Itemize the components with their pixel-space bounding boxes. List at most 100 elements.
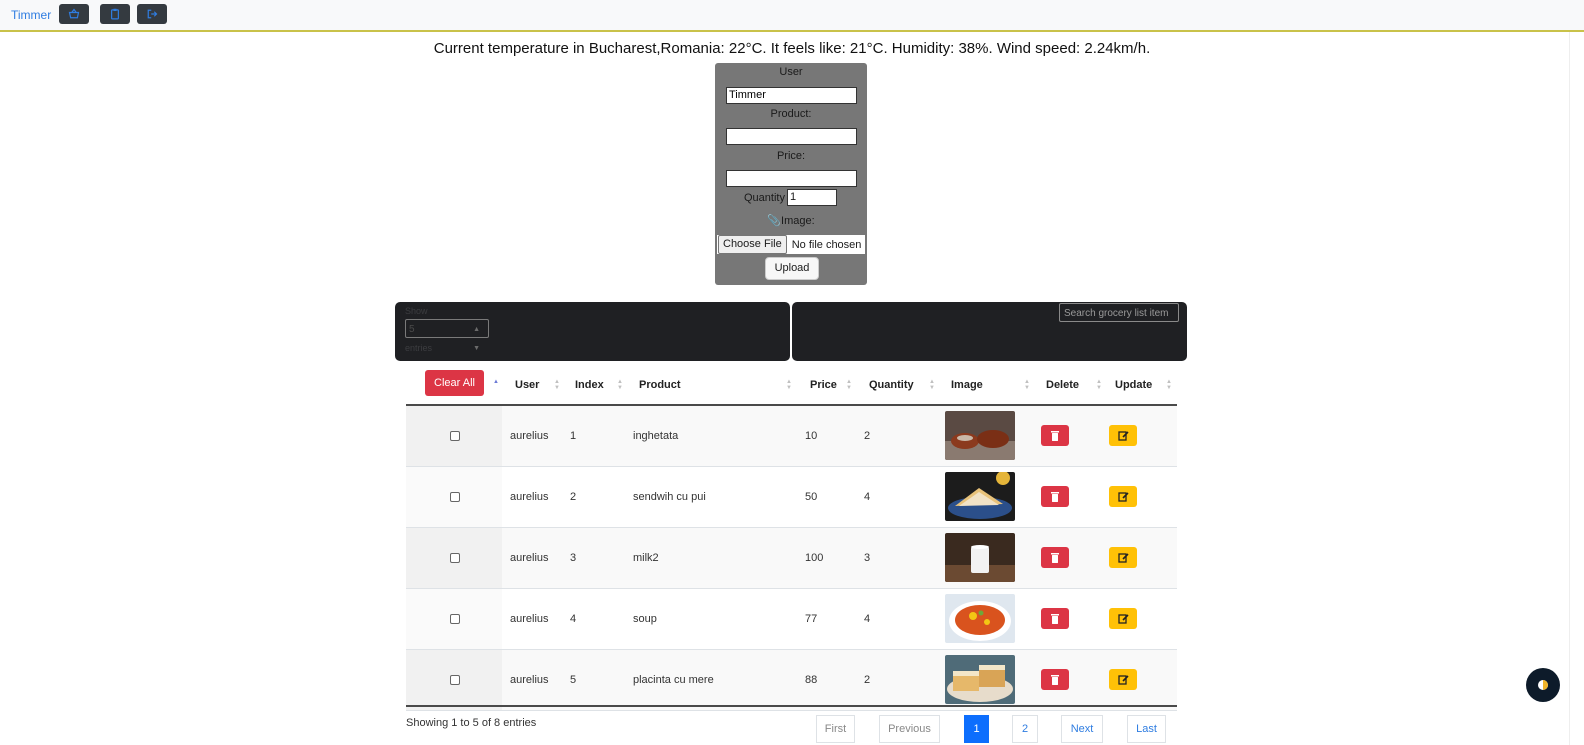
basket-button[interactable] <box>59 4 89 24</box>
length-control: Show 5 ▲ ▼ entries <box>395 302 790 361</box>
sort-icon[interactable]: ▲ ▼ <box>1096 379 1102 391</box>
file-input[interactable]: Choose File No file chosen <box>717 235 865 254</box>
table-bottom-border <box>406 705 1177 707</box>
quantity-label: Quantity <box>744 191 785 204</box>
cell-quantity: 4 <box>864 613 871 625</box>
update-button[interactable] <box>1109 486 1137 507</box>
row-checkbox[interactable] <box>450 492 460 502</box>
table-row: aurelius 1 inghetata 10 2 <box>406 406 1177 467</box>
update-button[interactable] <box>1109 608 1137 629</box>
sort-icon[interactable]: ▲ ▼ <box>786 379 792 391</box>
scrollbar[interactable] <box>1569 32 1584 745</box>
search-input[interactable]: Search grocery list item <box>1059 303 1179 322</box>
page-first[interactable]: First <box>816 715 855 743</box>
cell-price: 10 <box>805 430 818 442</box>
product-image <box>945 411 1015 460</box>
cell-user: aurelius <box>510 430 549 442</box>
cell-index: 2 <box>570 491 577 503</box>
page-last[interactable]: Last <box>1127 715 1166 743</box>
delete-button[interactable] <box>1041 608 1069 629</box>
trash-icon <box>1051 675 1059 685</box>
sort-asc-icon[interactable]: ▲ <box>493 379 499 385</box>
page-previous[interactable]: Previous <box>879 715 940 743</box>
row-checkbox[interactable] <box>450 431 460 441</box>
cell-user: aurelius <box>510 674 549 686</box>
sort-icon[interactable]: ▲ ▼ <box>846 379 852 391</box>
sort-icon[interactable]: ▲ ▼ <box>1166 379 1172 391</box>
price-field[interactable] <box>726 170 857 187</box>
col-image[interactable]: Image <box>951 367 983 404</box>
choose-file-button[interactable]: Choose File <box>718 235 787 254</box>
basket-icon <box>68 8 80 19</box>
row-checkbox[interactable] <box>450 553 460 563</box>
sort-icon[interactable]: ▲ ▼ <box>554 379 560 391</box>
cell-product: placinta cu mere <box>633 674 714 686</box>
table-row: aurelius 3 milk2 100 3 <box>406 528 1177 589</box>
cell-product: sendwih cu pui <box>633 491 706 503</box>
image-label: Image: <box>781 215 815 227</box>
row-checkbox[interactable] <box>450 675 460 685</box>
page-2[interactable]: 2 <box>1012 715 1038 743</box>
grocery-table: Clear All ▲ User ▲ ▼ Index ▲ ▼ Product ▲ ▼ … <box>406 367 1177 711</box>
sort-icon[interactable]: ▲ ▼ <box>1024 379 1030 391</box>
quantity-row: Quantity 1 <box>744 189 837 206</box>
page-1[interactable]: 1 <box>964 715 989 743</box>
price-label: Price: <box>776 150 806 162</box>
search-control: Search grocery list item <box>792 302 1187 361</box>
weather-text: Current temperature in Bucharest,Romania… <box>433 40 1151 57</box>
sort-icon[interactable]: ▲ ▼ <box>929 379 935 391</box>
col-product[interactable]: Product <box>639 367 681 404</box>
delete-button[interactable] <box>1041 486 1069 507</box>
sort-icon[interactable]: ▲ ▼ <box>617 379 623 391</box>
file-status: No file chosen <box>791 238 862 251</box>
theme-toggle-button[interactable] <box>1526 668 1560 702</box>
cell-price: 100 <box>805 552 824 564</box>
col-price[interactable]: Price <box>810 367 837 404</box>
col-user[interactable]: User <box>515 367 539 404</box>
update-button[interactable] <box>1109 425 1137 446</box>
user-field[interactable]: Timmer <box>726 87 857 104</box>
col-quantity[interactable]: Quantity <box>869 367 914 404</box>
cell-price: 50 <box>805 491 818 503</box>
product-image <box>945 655 1015 704</box>
delete-button[interactable] <box>1041 547 1069 568</box>
update-button[interactable] <box>1109 669 1137 690</box>
delete-button[interactable] <box>1041 425 1069 446</box>
edit-icon <box>1117 431 1129 441</box>
logout-button[interactable] <box>137 4 167 24</box>
table-header: Clear All ▲ User ▲ ▼ Index ▲ ▼ Product ▲ ▼ … <box>406 367 1177 406</box>
cell-product: soup <box>633 613 657 625</box>
edit-icon <box>1117 675 1129 685</box>
trash-icon <box>1051 492 1059 502</box>
cell-product: milk2 <box>633 552 659 564</box>
select-arrows-icon: ▲ ▼ <box>473 326 480 352</box>
cell-index: 4 <box>570 613 577 625</box>
select-cell <box>406 528 502 588</box>
table-row: aurelius 2 sendwih cu pui 50 4 <box>406 467 1177 528</box>
col-index[interactable]: Index <box>575 367 604 404</box>
product-field[interactable] <box>726 128 857 145</box>
cell-index: 5 <box>570 674 577 686</box>
show-label: Show <box>405 306 428 316</box>
navbar-brand[interactable]: Timmer <box>11 8 51 22</box>
clipboard-icon <box>111 8 119 20</box>
upload-button[interactable]: Upload <box>765 257 819 280</box>
delete-button[interactable] <box>1041 669 1069 690</box>
row-checkbox[interactable] <box>450 614 460 624</box>
image-label-row: 📎Image: <box>715 214 867 227</box>
entries-select[interactable]: 5 ▲ ▼ <box>405 319 489 352</box>
cell-quantity: 4 <box>864 491 871 503</box>
clear-all-button[interactable]: Clear All <box>425 370 484 396</box>
logout-icon <box>147 9 158 19</box>
cell-user: aurelius <box>510 552 549 564</box>
trash-icon <box>1051 553 1059 563</box>
table-row: aurelius 5 placinta cu mere 88 2 <box>406 650 1177 711</box>
quantity-field[interactable]: 1 <box>786 189 837 206</box>
cell-quantity: 3 <box>864 552 871 564</box>
cell-product: inghetata <box>633 430 679 442</box>
col-update[interactable]: Update <box>1115 367 1152 404</box>
update-button[interactable] <box>1109 547 1137 568</box>
clipboard-button[interactable] <box>100 4 130 24</box>
page-next[interactable]: Next <box>1061 715 1103 743</box>
col-delete[interactable]: Delete <box>1046 367 1079 404</box>
